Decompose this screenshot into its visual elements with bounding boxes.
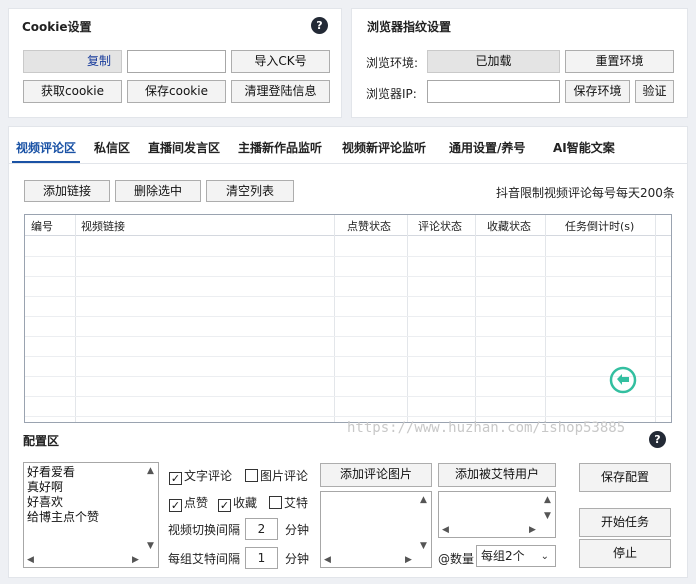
mention-list-hscroll[interactable]: ◀ ▶ xyxy=(439,523,555,537)
checkbox-unchecked-icon[interactable] xyxy=(245,469,258,482)
watermark: https://www.huzhan.com/ishop53885 xyxy=(347,420,626,436)
fingerprint-panel-title: 浏览器指纹设置 xyxy=(367,20,452,34)
delete-selected-button[interactable]: 删除选中 xyxy=(115,180,201,202)
tab-ai-copywriting[interactable]: AI智能文案 xyxy=(553,139,615,156)
column-header-countdown: 任务倒计时(s) xyxy=(565,220,635,233)
comment-list-vscroll[interactable]: ▲ ▼ xyxy=(144,463,158,567)
scroll-up-icon[interactable]: ▲ xyxy=(544,495,551,505)
add-comment-image-button[interactable]: 添加评论图片 xyxy=(320,463,432,487)
video-link-table[interactable]: 编号 视频链接 点赞状态 评论状态 收藏状态 任务倒计时(s) xyxy=(24,214,672,423)
count-select[interactable]: 每组2个 ⌄ xyxy=(476,545,556,567)
tab-private-messages[interactable]: 私信区 xyxy=(94,139,130,156)
copy-button[interactable]: 复制 xyxy=(23,50,122,73)
env-status-button[interactable]: 已加载 xyxy=(427,50,560,73)
list-item[interactable]: 好看爱看 xyxy=(24,465,158,480)
save-env-button[interactable]: 保存环境 xyxy=(565,80,630,103)
save-config-button[interactable]: 保存配置 xyxy=(579,463,671,492)
checkbox-checked-icon[interactable]: ✓ xyxy=(169,472,182,485)
column-header-favorite: 收藏状态 xyxy=(487,220,531,233)
column-header-link: 视频链接 xyxy=(81,220,125,233)
switch-interval-input[interactable]: 2 xyxy=(245,518,278,540)
tab-general-settings[interactable]: 通用设置/养号 xyxy=(449,139,525,156)
favorite-checkbox[interactable]: ✓ 收藏 xyxy=(218,494,257,512)
image-list-hscroll[interactable]: ◀ ▶ xyxy=(321,553,431,567)
scroll-right-icon[interactable]: ▶ xyxy=(529,525,536,535)
tab-anchor-new-works[interactable]: 主播新作品监听 xyxy=(238,139,322,156)
mention-interval-unit: 分钟 xyxy=(285,552,310,566)
mention-checkbox[interactable]: 艾特 xyxy=(269,494,308,511)
add-mention-user-button[interactable]: 添加被艾特用户 xyxy=(438,463,556,487)
mention-interval-input[interactable]: 1 xyxy=(245,547,278,569)
stop-button[interactable]: 停止 xyxy=(579,539,671,568)
checkbox-checked-icon[interactable]: ✓ xyxy=(218,499,231,512)
column-header-comment: 评论状态 xyxy=(418,220,462,233)
scroll-left-icon[interactable]: ◀ xyxy=(442,525,449,535)
limit-note: 抖音限制视频评论每号每天200条 xyxy=(496,186,675,200)
count-select-value: 每组2个 xyxy=(481,549,525,563)
scroll-left-icon[interactable]: ◀ xyxy=(324,555,331,565)
copy-input[interactable] xyxy=(127,50,226,73)
comment-image-list[interactable]: ▲ ▼ ◀ ▶ xyxy=(320,491,432,568)
list-item[interactable]: 给博主点个赞 xyxy=(24,510,158,525)
add-link-button[interactable]: 添加链接 xyxy=(24,180,110,202)
reset-env-button[interactable]: 重置环境 xyxy=(565,50,674,73)
env-label: 浏览环境: xyxy=(366,56,419,70)
scroll-up-icon[interactable]: ▲ xyxy=(147,466,154,476)
checkbox-unchecked-icon[interactable] xyxy=(269,496,282,509)
list-item[interactable]: 好喜欢 xyxy=(24,495,158,510)
text-comment-checkbox[interactable]: ✓ 文字评论 xyxy=(169,467,232,485)
mention-interval-label: 每组艾特间隔 xyxy=(168,552,241,566)
scroll-right-icon[interactable]: ▶ xyxy=(132,555,139,565)
switch-interval-label: 视频切换间隔 xyxy=(168,523,241,537)
start-task-button[interactable]: 开始任务 xyxy=(579,508,671,537)
scroll-up-icon[interactable]: ▲ xyxy=(420,495,427,505)
switch-interval-unit: 分钟 xyxy=(285,523,310,537)
scroll-left-icon[interactable]: ◀ xyxy=(27,555,34,565)
comment-list[interactable]: 好看爱看 真好啊 好喜欢 给博主点个赞 ▲ ▼ ◀ ▶ xyxy=(23,462,159,568)
config-help-icon[interactable]: ? xyxy=(649,431,666,448)
chevron-down-icon[interactable]: ⌄ xyxy=(541,546,549,567)
tab-video-comments[interactable]: 视频评论区 xyxy=(16,139,76,156)
cookie-help-icon[interactable]: ? xyxy=(311,17,328,34)
get-cookie-button[interactable]: 获取cookie xyxy=(23,80,122,103)
cookie-panel-title: Cookie设置 xyxy=(22,20,92,34)
table-header: 编号 视频链接 点赞状态 评论状态 收藏状态 任务倒计时(s) xyxy=(25,215,671,236)
scroll-down-icon[interactable]: ▼ xyxy=(147,541,154,551)
tab-new-comment-monitor[interactable]: 视频新评论监听 xyxy=(342,139,426,156)
list-item[interactable]: 真好啊 xyxy=(24,480,158,495)
tab-live-room[interactable]: 直播间发言区 xyxy=(148,139,220,156)
checkbox-checked-icon[interactable]: ✓ xyxy=(169,499,182,512)
column-header-id: 编号 xyxy=(31,220,53,233)
config-title: 配置区 xyxy=(23,434,60,448)
refresh-icon[interactable] xyxy=(609,366,637,394)
mention-user-list[interactable]: ▲ ▼ ◀ ▶ xyxy=(438,491,556,538)
comment-list-hscroll[interactable]: ◀ ▶ xyxy=(24,553,158,567)
column-header-like: 点赞状态 xyxy=(347,220,391,233)
save-cookie-button[interactable]: 保存cookie xyxy=(127,80,226,103)
ip-label: 浏览器IP: xyxy=(366,87,417,101)
tabs-divider xyxy=(8,163,688,164)
import-ck-button[interactable]: 导入CK号 xyxy=(231,50,330,73)
ip-input[interactable] xyxy=(427,80,560,103)
count-label: @数量 xyxy=(438,552,475,566)
scroll-down-icon[interactable]: ▼ xyxy=(420,541,427,551)
image-comment-checkbox[interactable]: 图片评论 xyxy=(245,467,308,484)
scroll-down-icon[interactable]: ▼ xyxy=(544,511,551,521)
clear-list-button[interactable]: 清空列表 xyxy=(206,180,294,202)
verify-button[interactable]: 验证 xyxy=(635,80,674,103)
scroll-right-icon[interactable]: ▶ xyxy=(405,555,412,565)
like-checkbox[interactable]: ✓ 点赞 xyxy=(169,494,208,512)
clear-login-button[interactable]: 清理登陆信息 xyxy=(231,80,330,103)
